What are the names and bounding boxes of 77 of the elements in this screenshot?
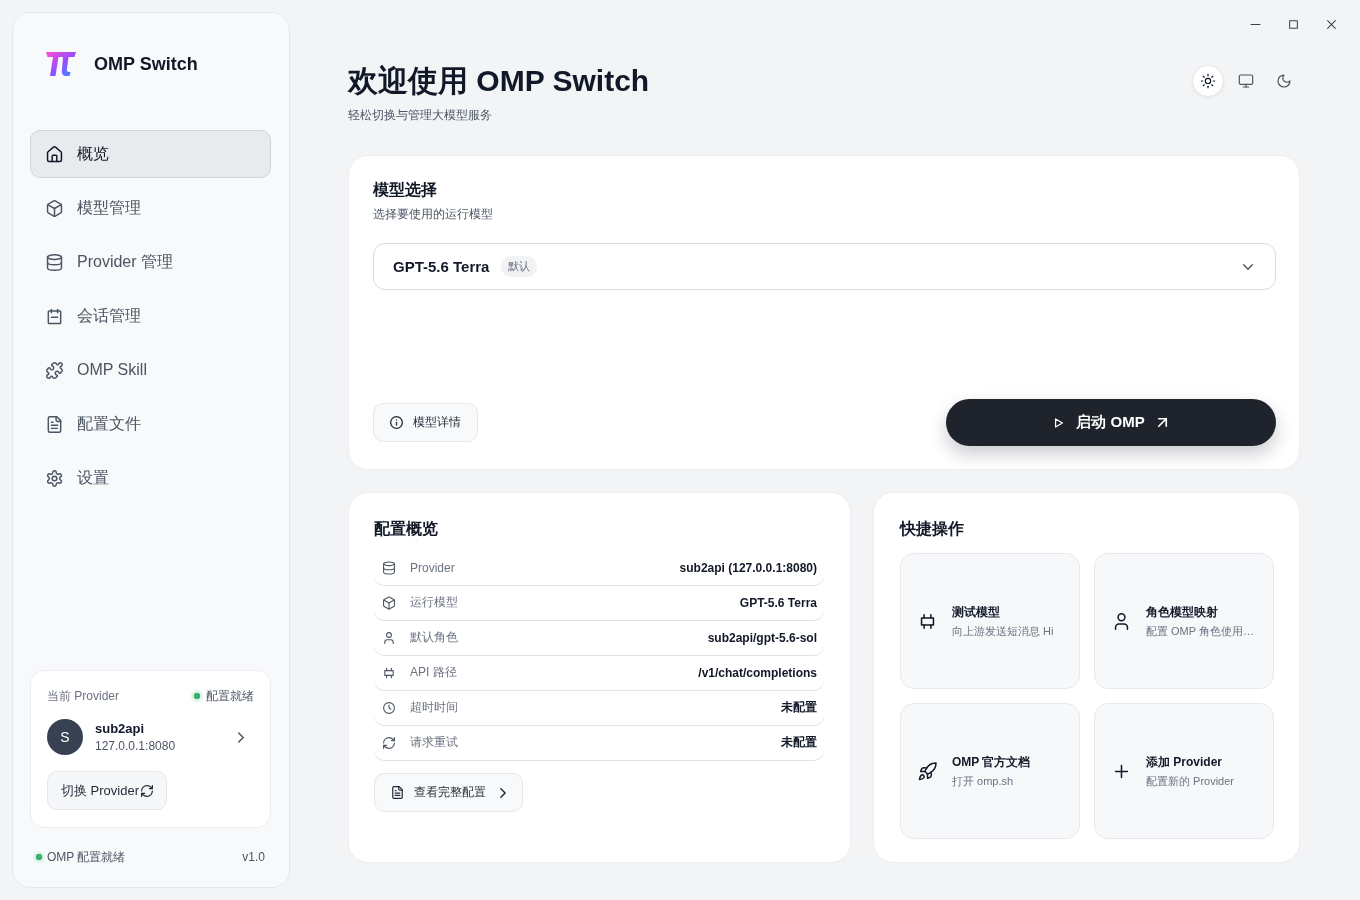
calendar-icon [46, 307, 63, 325]
nav-item[interactable]: OMP Skill [30, 346, 271, 394]
config-status: OMP 配置就绪 [47, 848, 126, 866]
play-icon [1055, 417, 1064, 428]
nav-item[interactable]: 模型管理 [30, 184, 271, 232]
card-title: 快捷操作 [900, 519, 965, 539]
plus-icon [1113, 762, 1130, 780]
config-label: 请求重试 [410, 734, 458, 751]
info-icon [390, 416, 403, 429]
logo-icon [45, 51, 77, 77]
version-label: v1.0 [242, 850, 265, 864]
settings-icon [46, 469, 63, 487]
refresh-icon [141, 784, 154, 797]
nav-item[interactable]: 会话管理 [30, 292, 271, 340]
moon-icon [1277, 74, 1291, 88]
config-value: 未配置 [781, 699, 817, 716]
rocket-icon [919, 762, 936, 780]
clock-icon [383, 701, 395, 714]
puzzle-icon [46, 361, 63, 379]
chevron-right-icon [238, 731, 244, 743]
provider-name: sub2api [95, 720, 146, 738]
config-label: 超时时间 [410, 699, 458, 716]
user-icon [1113, 612, 1130, 630]
page-title: 欢迎使用 OMP Switch [348, 63, 650, 99]
page-subtitle: 轻松切换与管理大模型服务 [348, 107, 493, 124]
sun-icon [1201, 74, 1215, 88]
config-value: /v1/chat/completions [698, 665, 817, 680]
app-name: OMP Switch [94, 53, 198, 75]
model-details-button[interactable]: 模型详情 [373, 403, 478, 442]
card-title: 模型选择 [373, 180, 438, 200]
provider-status: 配置就绪 [206, 687, 254, 705]
avatar: S [47, 719, 83, 755]
plug-icon [919, 612, 936, 630]
model-select[interactable]: GPT-5.6 Terra 默认 [373, 243, 1276, 290]
provider-heading: 当前 Provider [47, 687, 120, 705]
card-subtitle: 选择要使用的运行模型 [373, 206, 494, 223]
refresh-icon [383, 736, 395, 749]
file-icon [391, 786, 404, 799]
maximize-icon [1288, 19, 1298, 29]
status-dot-icon [191, 690, 203, 702]
config-value: GPT-5.6 Terra [739, 595, 817, 610]
config-label: 默认角色 [410, 629, 458, 646]
view-config-button[interactable]: 查看完整配置 [374, 773, 523, 812]
nav-item[interactable]: 配置文件 [30, 400, 271, 448]
config-label: API 路径 [410, 664, 457, 681]
plug-icon [383, 666, 395, 679]
cube-icon [383, 596, 395, 609]
switch-provider-button[interactable]: 切换 Provider [47, 771, 168, 810]
config-label: 运行模型 [410, 594, 458, 611]
card-title: 配置概览 [374, 519, 439, 539]
user-icon [383, 631, 395, 644]
config-value: sub2api/gpt-5.6-sol [707, 630, 817, 645]
close-icon [1326, 19, 1336, 29]
arrow-up-right-icon [1157, 418, 1167, 427]
quick-action-tile[interactable]: 角色模型映射 配置 OMP 角色使用… [1094, 553, 1274, 689]
home-icon [46, 145, 63, 163]
cube-icon [46, 199, 63, 217]
config-value: 未配置 [781, 734, 817, 751]
status-dot-icon [33, 851, 45, 863]
nav-item[interactable]: Provider 管理 [30, 238, 271, 286]
quick-action-tile[interactable]: OMP 官方文档 打开 omp.sh [900, 703, 1080, 839]
quick-action-tile[interactable]: 添加 Provider 配置新的 Provider [1094, 703, 1274, 839]
database-icon [383, 561, 395, 574]
launch-button[interactable]: 启动 OMP [946, 399, 1276, 446]
database-icon [46, 253, 63, 271]
default-badge: 默认 [501, 256, 538, 277]
nav-item[interactable]: 设置 [30, 454, 271, 502]
chevron-right-icon [500, 787, 506, 798]
theme-button[interactable] [1192, 65, 1224, 97]
file-icon [46, 415, 63, 433]
provider-address: 127.0.0.1:8080 [95, 738, 177, 754]
nav-item[interactable]: 概览 [30, 130, 271, 178]
chevron-down-icon [1243, 263, 1253, 270]
quick-action-tile[interactable]: 测试模型 向上游发送短消息 Hi [900, 553, 1080, 689]
config-value: sub2api (127.0.0.1:8080) [679, 560, 817, 575]
config-label: Provider [410, 560, 455, 575]
monitor-icon [1239, 74, 1253, 88]
